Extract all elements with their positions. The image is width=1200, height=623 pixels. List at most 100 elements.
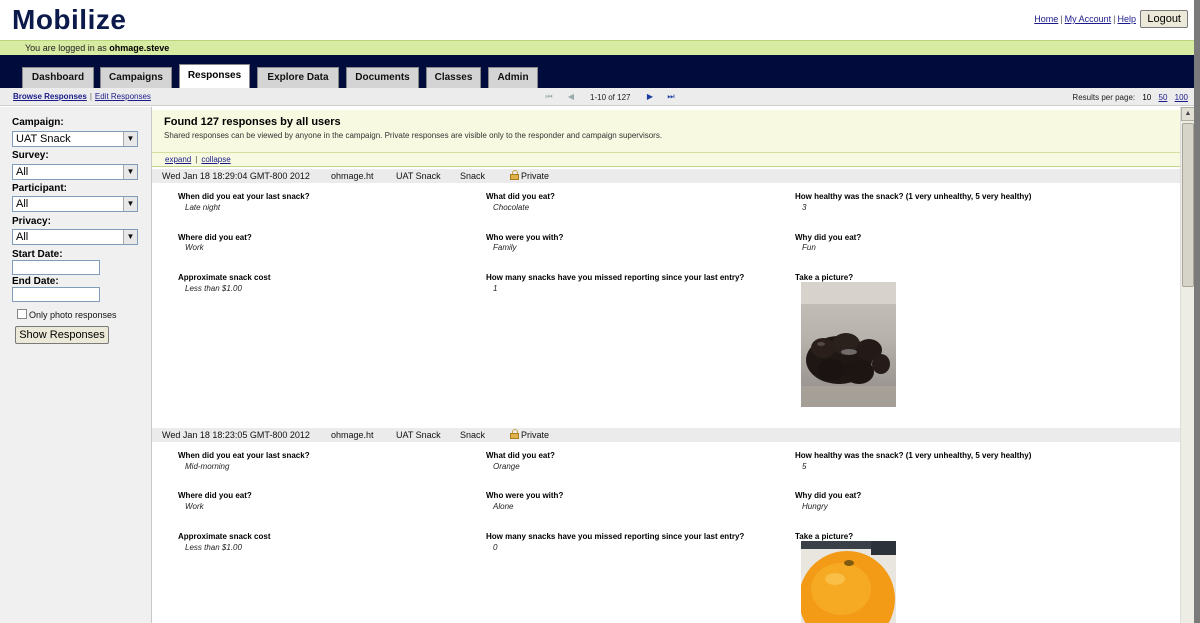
survey-select[interactable]: All ▼ (12, 164, 138, 180)
start-date-label: Start Date: (12, 249, 63, 260)
snack-photo-chocolate[interactable] (801, 282, 896, 407)
question-label: Why did you eat? (795, 491, 862, 500)
first-page-icon[interactable]: ⏮ (544, 92, 554, 102)
next-page-icon[interactable]: ▶ (645, 92, 655, 102)
response-header[interactable]: Wed Jan 18 18:23:05 GMT-800 2012 ohmage.… (152, 428, 1180, 442)
privacy-note: Shared responses can be viewed by anyone… (164, 131, 663, 140)
answer-value: Hungry (802, 502, 828, 511)
collapse-link[interactable]: collapse (201, 155, 230, 164)
scroll-up-icon[interactable]: ▲ (1181, 107, 1195, 121)
chevron-down-icon: ▼ (123, 197, 137, 211)
edit-responses-link[interactable]: Edit Responses (95, 92, 151, 101)
link-separator: | (1113, 14, 1116, 24)
results-summary: Found 127 responses by all users Shared … (152, 110, 1180, 153)
sub-link-separator: | (89, 92, 92, 101)
found-count: Found 127 responses by all users (164, 116, 341, 128)
snack-photo-orange[interactable] (801, 541, 896, 623)
filter-sidebar: Campaign: UAT Snack ▼ Survey: All ▼ Part… (0, 107, 152, 623)
answer-value: Alone (493, 502, 514, 511)
header: Mobilize Home | My Account | Help Logout (0, 0, 1200, 40)
response-user: ohmage.ht (331, 171, 374, 181)
tab-responses[interactable]: Responses (179, 64, 250, 88)
question-label: Who were you with? (486, 491, 564, 500)
privacy-select[interactable]: All ▼ (12, 229, 138, 245)
expand-separator: | (195, 155, 198, 164)
results-10-link[interactable]: 10 (1142, 93, 1151, 102)
answer-value: Work (185, 243, 204, 252)
answer-value: Less than $1.00 (185, 284, 242, 293)
question-label: How many snacks have you missed reportin… (486, 273, 745, 282)
photo-only-checkbox[interactable] (17, 309, 27, 319)
logout-button[interactable]: Logout (1140, 10, 1188, 28)
pager-range: 1-10 of 127 (590, 93, 631, 102)
question-label: When did you eat your last snack? (178, 451, 310, 460)
chevron-down-icon: ▼ (123, 165, 137, 179)
top-links: Home | My Account | Help (1034, 14, 1136, 24)
login-prefix: You are logged in as (25, 43, 107, 53)
response-timestamp: Wed Jan 18 18:29:04 GMT-800 2012 (162, 171, 310, 181)
response-timestamp: Wed Jan 18 18:23:05 GMT-800 2012 (162, 430, 310, 440)
survey-label: Survey: (12, 150, 49, 161)
participant-value: All (16, 198, 29, 210)
response-campaign: UAT Snack (396, 430, 441, 440)
survey-value: All (16, 166, 29, 178)
question-label: How healthy was the snack? (1 very unhea… (795, 451, 1032, 460)
answer-value: Mid-morning (185, 462, 230, 471)
help-link[interactable]: Help (1117, 14, 1136, 24)
lock-icon (510, 429, 519, 439)
chevron-down-icon: ▼ (123, 132, 137, 146)
answer-value: 5 (802, 462, 807, 471)
results-100-link[interactable]: 100 (1175, 93, 1188, 102)
privacy-label: Privacy: (12, 216, 51, 227)
responses-panel: Found 127 responses by all users Shared … (152, 107, 1180, 623)
tab-campaigns[interactable]: Campaigns (100, 67, 172, 88)
answer-value: Work (185, 502, 204, 511)
response-survey: Snack (460, 430, 486, 440)
prev-page-icon[interactable]: ◀ (566, 92, 576, 102)
response-header[interactable]: Wed Jan 18 18:29:04 GMT-800 2012 ohmage.… (152, 169, 1180, 183)
response-privacy: Private (521, 430, 550, 440)
expand-link[interactable]: expand (165, 155, 191, 164)
browse-responses-link[interactable]: Browse Responses (13, 92, 87, 101)
answer-value: 1 (493, 284, 498, 293)
participant-label: Participant: (12, 183, 68, 194)
question-label: What did you eat? (486, 451, 555, 460)
campaign-value: UAT Snack (16, 133, 71, 145)
response-campaign: UAT Snack (396, 171, 441, 181)
question-label: Approximate snack cost (178, 273, 271, 282)
question-label: How healthy was the snack? (1 very unhea… (795, 192, 1032, 201)
last-page-icon[interactable]: ⏭ (666, 92, 676, 102)
my-account-link[interactable]: My Account (1065, 14, 1112, 24)
app-logo: Mobilize (12, 4, 127, 35)
tab-explore-data[interactable]: Explore Data (257, 67, 339, 88)
start-date-input[interactable] (12, 260, 100, 275)
question-label: Where did you eat? (178, 491, 252, 500)
end-date-label: End Date: (12, 276, 59, 287)
scroll-thumb[interactable] (1182, 123, 1194, 287)
results-per-page: Results per page: 10 50 100 (1072, 93, 1188, 102)
expand-collapse-bar: expand | collapse (152, 153, 1180, 167)
question-label: Approximate snack cost (178, 532, 271, 541)
home-link[interactable]: Home (1034, 14, 1058, 24)
results-50-link[interactable]: 50 (1159, 93, 1168, 102)
response-survey: Snack (460, 171, 486, 181)
campaign-select[interactable]: UAT Snack ▼ (12, 131, 138, 147)
tab-dashboard[interactable]: Dashboard (22, 67, 94, 88)
end-date-input[interactable] (12, 287, 100, 302)
chevron-down-icon: ▼ (123, 230, 137, 244)
participant-select[interactable]: All ▼ (12, 196, 138, 212)
tab-classes[interactable]: Classes (426, 67, 481, 88)
question-label: How many snacks have you missed reportin… (486, 532, 745, 541)
answer-value: 0 (493, 543, 498, 552)
answer-value: Less than $1.00 (185, 543, 242, 552)
answer-value: Late night (185, 203, 221, 212)
campaign-label: Campaign: (12, 117, 64, 128)
tab-admin[interactable]: Admin (488, 67, 538, 88)
question-label: Take a picture? (795, 532, 854, 541)
answer-value: 3 (802, 203, 807, 212)
page-scrollbar[interactable]: ▲ (1180, 107, 1195, 623)
answer-value: Orange (493, 462, 520, 471)
response-user: ohmage.ht (331, 430, 374, 440)
tab-documents[interactable]: Documents (346, 67, 419, 88)
show-responses-button[interactable]: Show Responses (15, 326, 109, 344)
